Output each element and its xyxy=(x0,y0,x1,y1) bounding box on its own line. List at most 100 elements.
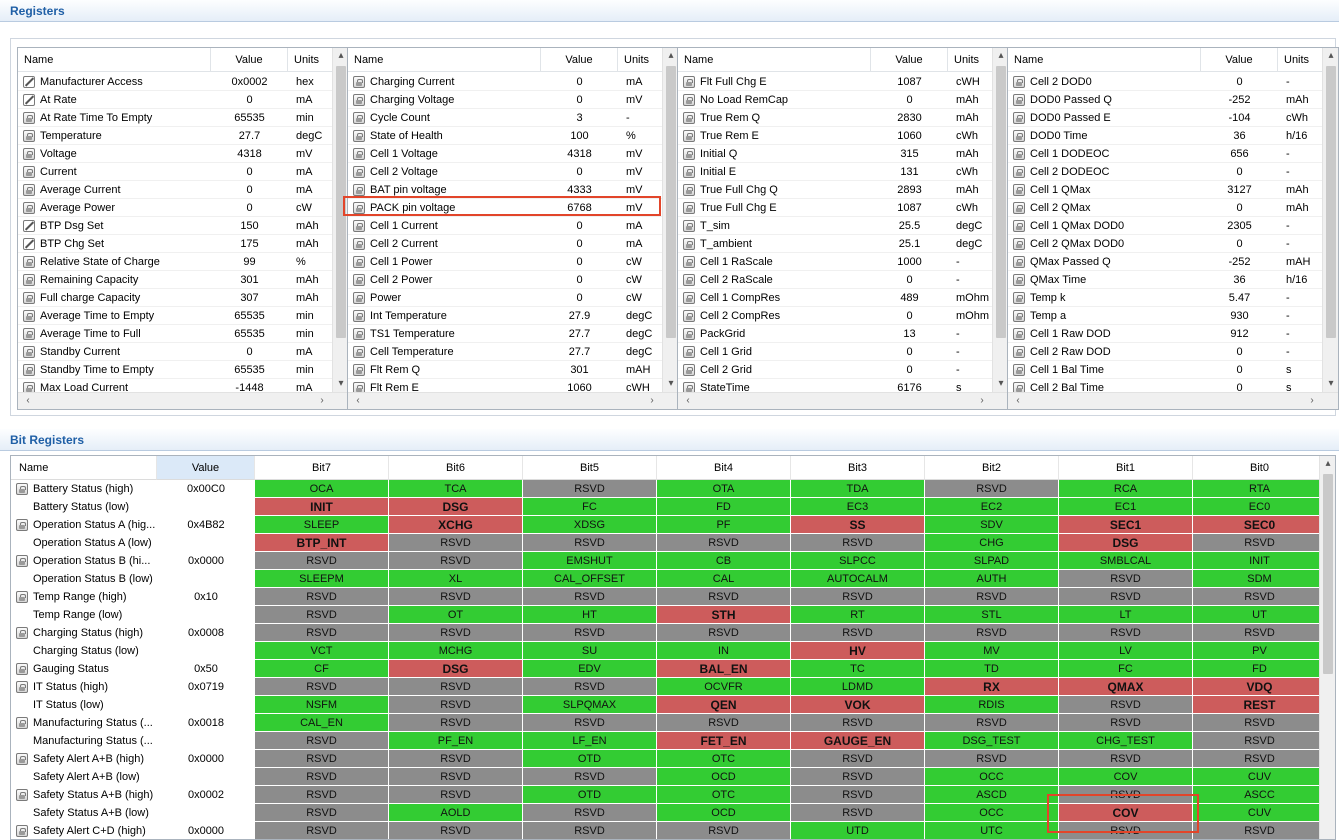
bit-flag-rsvd[interactable]: RSVD xyxy=(1059,570,1193,588)
bit-flag-rsvd[interactable]: RSVD xyxy=(1193,588,1327,606)
bit-register-row[interactable]: Charging Status (low) VCT MCHG SU IN HV MV LV PV xyxy=(11,642,1327,660)
bit-flag-sth[interactable]: STH xyxy=(657,606,791,624)
scroll-up-arrow-icon[interactable]: ▴ xyxy=(1320,456,1335,472)
bit-flag-ec3[interactable]: EC3 xyxy=(791,498,925,516)
bit-flag-bal-en[interactable]: BAL_EN xyxy=(657,660,791,678)
bit-flag-cuv[interactable]: CUV xyxy=(1193,768,1327,786)
register-row[interactable]: Cell 2 QMax DOD0 0 - xyxy=(1008,235,1323,253)
bit-flag-rt[interactable]: RT xyxy=(791,606,925,624)
bit-flag-rsvd[interactable]: RSVD xyxy=(925,624,1059,642)
bit-flag-rsvd[interactable]: RSVD xyxy=(389,624,523,642)
register-row[interactable]: True Rem Q 2830 mAh xyxy=(678,109,993,127)
bit-register-row[interactable]: Temp Range (high) 0x10 RSVD RSVD RSVD RSVD RSV… xyxy=(11,588,1327,606)
bit-flag-sec0[interactable]: SEC0 xyxy=(1193,516,1327,534)
bit-flag-rsvd[interactable]: RSVD xyxy=(1193,624,1327,642)
column-header-bit1[interactable]: Bit1 xyxy=(1059,456,1193,480)
register-panel-1[interactable]: Name Value Units Manufacturer Access 0x0002 h… xyxy=(17,47,349,410)
bit-flag-dsg[interactable]: DSG xyxy=(1059,534,1193,552)
register-row[interactable]: Cell 1 Voltage 4318 mV xyxy=(348,145,663,163)
bit-flag-cal[interactable]: CAL xyxy=(657,570,791,588)
scroll-thumb[interactable] xyxy=(1323,474,1333,674)
bit-flag-rsvd[interactable]: RSVD xyxy=(523,768,657,786)
bit-flag-rsvd[interactable]: RSVD xyxy=(1059,696,1193,714)
bit-flag-rsvd[interactable]: RSVD xyxy=(791,786,925,804)
bit-flag-rsvd[interactable]: RSVD xyxy=(1059,624,1193,642)
bit-flag-otc[interactable]: OTC xyxy=(657,750,791,768)
register-row[interactable]: PackGrid 13 - xyxy=(678,325,993,343)
bit-flag-ut[interactable]: UT xyxy=(1193,606,1327,624)
bit-flag-rsvd[interactable]: RSVD xyxy=(791,534,925,552)
bit-flag-ldmd[interactable]: LDMD xyxy=(791,678,925,696)
bit-flag-ocd[interactable]: OCD xyxy=(657,804,791,822)
register-row[interactable]: Cell 2 RaScale 0 - xyxy=(678,271,993,289)
bit-flag-slpqmax[interactable]: SLPQMAX xyxy=(523,696,657,714)
bit-flag-sec1[interactable]: SEC1 xyxy=(1059,516,1193,534)
register-row[interactable]: Flt Full Chg E 1087 cWH xyxy=(678,73,993,91)
register-row[interactable]: Temperature 27.7 degC xyxy=(18,127,333,145)
column-header-value[interactable]: Value xyxy=(1201,48,1278,72)
bit-flag-rsvd[interactable]: RSVD xyxy=(925,714,1059,732)
register-row[interactable]: Temp k 5.47 - xyxy=(1008,289,1323,307)
register-row[interactable]: Cell 1 QMax DOD0 2305 - xyxy=(1008,217,1323,235)
bit-flag-rsvd[interactable]: RSVD xyxy=(1059,750,1193,768)
register-row[interactable]: Average Power 0 cW xyxy=(18,199,333,217)
bit-flag-mv[interactable]: MV xyxy=(925,642,1059,660)
bit-flag-rsvd[interactable]: RSVD xyxy=(523,624,657,642)
register-panel-2[interactable]: Name Value Units Charging Current 0 mA Chargin… xyxy=(347,47,679,410)
vertical-scrollbar[interactable]: ▴ ▾ xyxy=(1322,48,1338,392)
bit-flag-xchg[interactable]: XCHG xyxy=(389,516,523,534)
bit-flag-cov[interactable]: COV xyxy=(1059,768,1193,786)
bit-flag-rsvd[interactable]: RSVD xyxy=(791,768,925,786)
bit-flag-vok[interactable]: VOK xyxy=(791,696,925,714)
register-row[interactable]: Average Current 0 mA xyxy=(18,181,333,199)
bit-register-row[interactable]: Manufacturing Status (... 0x0018 CAL_EN RSV… xyxy=(11,714,1327,732)
bit-flag-rsvd[interactable]: RSVD xyxy=(523,588,657,606)
bit-flag-rsvd[interactable]: RSVD xyxy=(523,804,657,822)
bit-flag-td[interactable]: TD xyxy=(925,660,1059,678)
bit-flag-rsvd[interactable]: RSVD xyxy=(255,804,389,822)
bit-flag-rx[interactable]: RX xyxy=(925,678,1059,696)
bit-flag-rsvd[interactable]: RSVD xyxy=(255,786,389,804)
register-panel-4[interactable]: Name Value Units Cell 2 DOD0 0- DOD0 Passed Q… xyxy=(1007,47,1339,410)
scroll-right-arrow-icon[interactable]: › xyxy=(314,393,330,409)
bit-flag-lf-en[interactable]: LF_EN xyxy=(523,732,657,750)
register-row[interactable]: Power 0 cW xyxy=(348,289,663,307)
bit-flag-dsg[interactable]: DSG xyxy=(389,660,523,678)
bit-flag-rsvd[interactable]: RSVD xyxy=(523,678,657,696)
bit-flag-rsvd[interactable]: RSVD xyxy=(1193,714,1327,732)
horizontal-scrollbar[interactable]: ‹ › xyxy=(678,392,1008,409)
column-header-value[interactable]: Value xyxy=(871,48,948,72)
bit-flag-rsvd[interactable]: RSVD xyxy=(657,588,791,606)
bit-flag-rsvd[interactable]: RSVD xyxy=(389,714,523,732)
bit-flag-smblcal[interactable]: SMBLCAL xyxy=(1059,552,1193,570)
bit-flag-utc[interactable]: UTC xyxy=(925,822,1059,839)
register-row[interactable]: Cell 1 Grid 0 - xyxy=(678,343,993,361)
bit-flag-rsvd[interactable]: RSVD xyxy=(389,822,523,839)
bit-flag-ec2[interactable]: EC2 xyxy=(925,498,1059,516)
register-row[interactable]: Remaining Capacity 301 mAh xyxy=(18,271,333,289)
bit-flag-su[interactable]: SU xyxy=(523,642,657,660)
bit-flag-pf-en[interactable]: PF_EN xyxy=(389,732,523,750)
bit-flag-aold[interactable]: AOLD xyxy=(389,804,523,822)
bit-register-row[interactable]: Charging Status (high) 0x0008 RSVD RSVD RSVD… xyxy=(11,624,1327,642)
bit-flag-fc[interactable]: FC xyxy=(1059,660,1193,678)
bit-flag-rsvd[interactable]: RSVD xyxy=(255,588,389,606)
bit-flag-btp-int[interactable]: BTP_INT xyxy=(255,534,389,552)
bit-register-row[interactable]: Operation Status B (low) SLEEPM XL CAL_OFFS… xyxy=(11,570,1327,588)
column-header-value[interactable]: Value xyxy=(157,456,255,480)
bit-flag-mchg[interactable]: MCHG xyxy=(389,642,523,660)
register-row[interactable]: TS1 Temperature 27.7 degC xyxy=(348,325,663,343)
bit-register-row[interactable]: Operation Status A (low) BTP_INT RSVD RSVD R… xyxy=(11,534,1327,552)
bit-flag-rsvd[interactable]: RSVD xyxy=(255,768,389,786)
bit-flag-rsvd[interactable]: RSVD xyxy=(523,534,657,552)
bit-flag-in[interactable]: IN xyxy=(657,642,791,660)
register-row[interactable]: Initial Q 315 mAh xyxy=(678,145,993,163)
bit-flag-auth[interactable]: AUTH xyxy=(925,570,1059,588)
bit-flag-vct[interactable]: VCT xyxy=(255,642,389,660)
bit-flag-qen[interactable]: QEN xyxy=(657,696,791,714)
register-row[interactable]: Relative State of Charge 99% xyxy=(18,253,333,271)
bit-flag-cal-en[interactable]: CAL_EN xyxy=(255,714,389,732)
bit-flag-sdv[interactable]: SDV xyxy=(925,516,1059,534)
bit-flag-rsvd[interactable]: RSVD xyxy=(389,678,523,696)
bit-flag-lv[interactable]: LV xyxy=(1059,642,1193,660)
